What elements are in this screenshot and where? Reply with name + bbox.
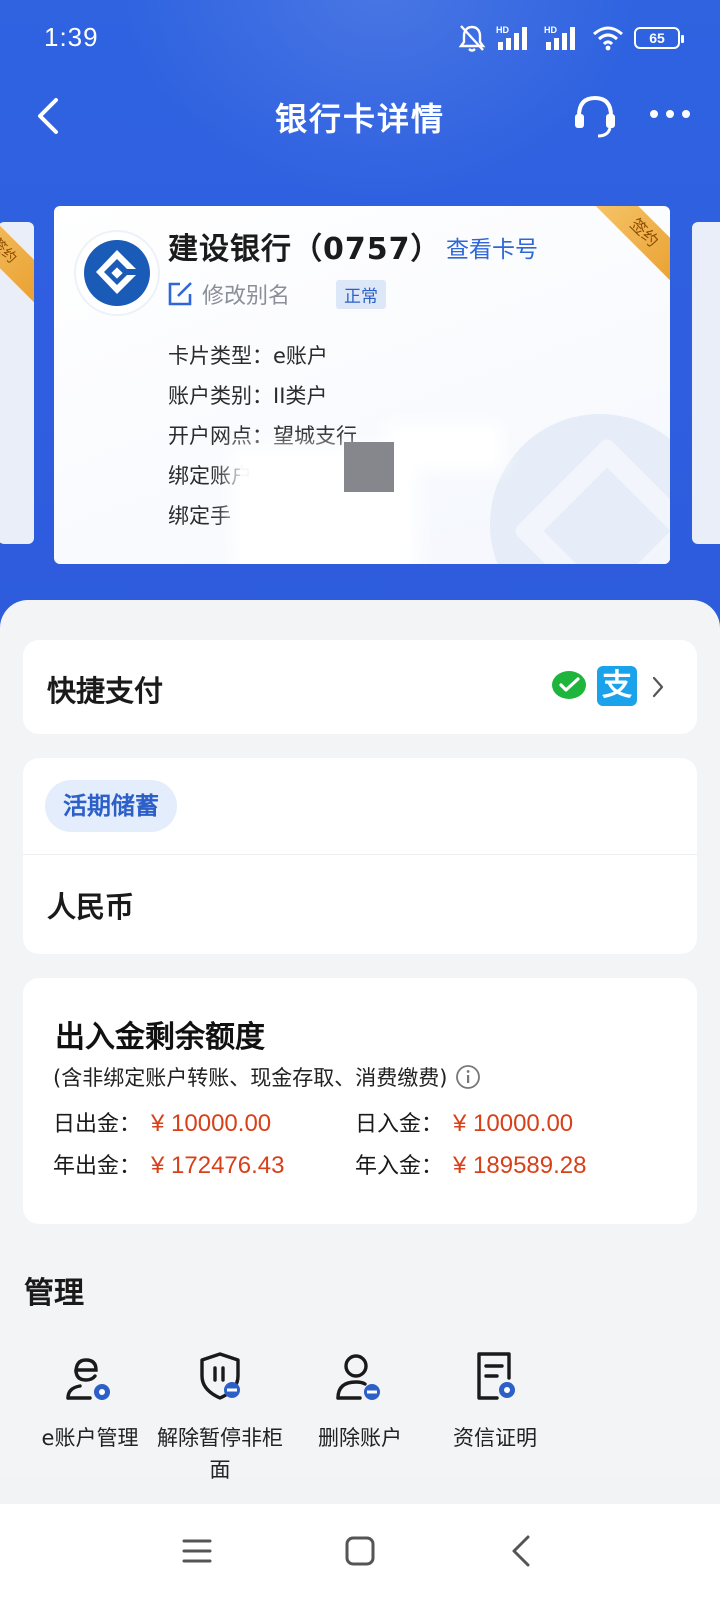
edit-alias-button[interactable]: 修改别名 <box>166 278 290 310</box>
quick-pay-row[interactable]: 快捷支付 支 <box>23 640 697 734</box>
privacy-mask <box>344 442 394 492</box>
menu-icon[interactable] <box>182 1536 212 1566</box>
status-icons: HD HD 65 <box>458 22 684 54</box>
card-watermark <box>490 414 670 564</box>
delete-account-label: 删除账户 <box>318 1426 402 1450</box>
limits-subtitle: (含非绑定账户转账、现金存取、消费缴费) <box>53 1062 481 1092</box>
signed-ribbon: 签约 <box>590 206 670 287</box>
yearly-in-amount: ¥ 189589.28 <box>453 1152 587 1179</box>
previous-card-peek[interactable]: 签约 <box>0 222 34 544</box>
system-nav-bar <box>0 1504 720 1600</box>
wechat-pay-icon <box>552 671 586 699</box>
signal-2-icon: HD <box>544 25 575 50</box>
user-minus-icon <box>336 1354 380 1400</box>
credit-certificate-button[interactable]: 资信证明 <box>430 1348 560 1454</box>
bank-card: 签约 建设银行（0757） 查看卡号 修改别名 正常 卡片类型：e账户 账户类别… <box>54 206 670 564</box>
deposit-panel: 活期储蓄 人民币 <box>23 758 697 954</box>
signal-1-icon: HD <box>496 25 527 50</box>
signed-ribbon: 签约 <box>0 222 34 305</box>
chevron-right-icon <box>652 676 664 698</box>
delete-account-button[interactable]: 删除账户 <box>295 1348 425 1454</box>
currency-label: 人民币 <box>47 890 135 924</box>
daily-out-row: 日出金： ¥ 10000.00 <box>53 1106 271 1138</box>
limits-subtitle-text: (含非绑定账户转账、现金存取、消费缴费) <box>53 1066 448 1090</box>
ccb-logo-icon <box>76 232 158 314</box>
yearly-in-row: 年入金： ¥ 189589.28 <box>355 1148 586 1180</box>
opening-branch: 开户网点：望城支行 <box>168 424 357 448</box>
home-icon[interactable] <box>344 1534 376 1568</box>
limits-panel: 出入金剩余额度 (含非绑定账户转账、现金存取、消费缴费) 日出金： ¥ 10000… <box>23 978 697 1224</box>
limits-title: 出入金剩余额度 <box>55 1020 265 1055</box>
yearly-out-row: 年出金： ¥ 172476.43 <box>53 1148 284 1180</box>
info-icon[interactable] <box>455 1064 481 1090</box>
divider <box>23 854 697 855</box>
e-account-gear-icon <box>66 1358 110 1400</box>
nav-bar: 银行卡详情 <box>0 80 720 152</box>
bank-name: 建设银行（0757） <box>168 232 442 267</box>
status-badge: 正常 <box>336 280 386 309</box>
view-card-number-link[interactable]: 查看卡号 <box>446 230 538 264</box>
account-type-tag[interactable]: 活期储蓄 <box>45 780 177 832</box>
signal-1-label: HD <box>496 25 509 35</box>
wifi-icon <box>593 26 623 51</box>
edit-alias-label: 修改别名 <box>202 284 291 309</box>
shield-pause-icon <box>200 1352 240 1400</box>
account-category: 账户类别：II类户 <box>168 384 328 408</box>
next-card-peek[interactable] <box>692 222 720 544</box>
back-icon[interactable] <box>510 1534 532 1568</box>
daily-in-amount: ¥ 10000.00 <box>453 1110 574 1137</box>
e-account-manage-button[interactable]: e账户管理 <box>25 1348 155 1454</box>
resume-non-counter-button[interactable]: 解除暂停非柜面 <box>155 1348 285 1486</box>
document-icon <box>477 1352 515 1400</box>
daily-in-label: 日入金： <box>355 1112 444 1137</box>
manage-section-title: 管理 <box>24 1276 84 1311</box>
yearly-out-label: 年出金： <box>53 1154 142 1179</box>
more-options-icon[interactable] <box>648 102 692 126</box>
daily-out-label: 日出金： <box>53 1112 142 1137</box>
privacy-mask <box>394 432 494 462</box>
daily-out-amount: ¥ 10000.00 <box>151 1110 272 1137</box>
alipay-icon: 支 <box>597 666 637 706</box>
mute-bell-icon <box>458 25 486 52</box>
quick-pay-label: 快捷支付 <box>47 674 164 708</box>
status-bar: 1:39 HD HD 65 <box>0 0 720 76</box>
card-type: 卡片类型：e账户 <box>168 344 328 368</box>
daily-in-row: 日入金： ¥ 10000.00 <box>355 1106 573 1138</box>
yearly-in-label: 年入金： <box>355 1154 444 1179</box>
credit-certificate-label: 资信证明 <box>453 1426 537 1450</box>
customer-service-icon[interactable] <box>570 90 620 140</box>
e-account-manage-label: e账户管理 <box>41 1426 139 1450</box>
signal-2-label: HD <box>544 25 557 35</box>
resume-non-counter-label: 解除暂停非柜面 <box>157 1426 283 1482</box>
edit-icon <box>168 282 192 306</box>
yearly-out-amount: ¥ 172476.43 <box>151 1152 285 1179</box>
battery-indicator: 65 <box>634 27 684 49</box>
status-time: 1:39 <box>44 22 99 52</box>
